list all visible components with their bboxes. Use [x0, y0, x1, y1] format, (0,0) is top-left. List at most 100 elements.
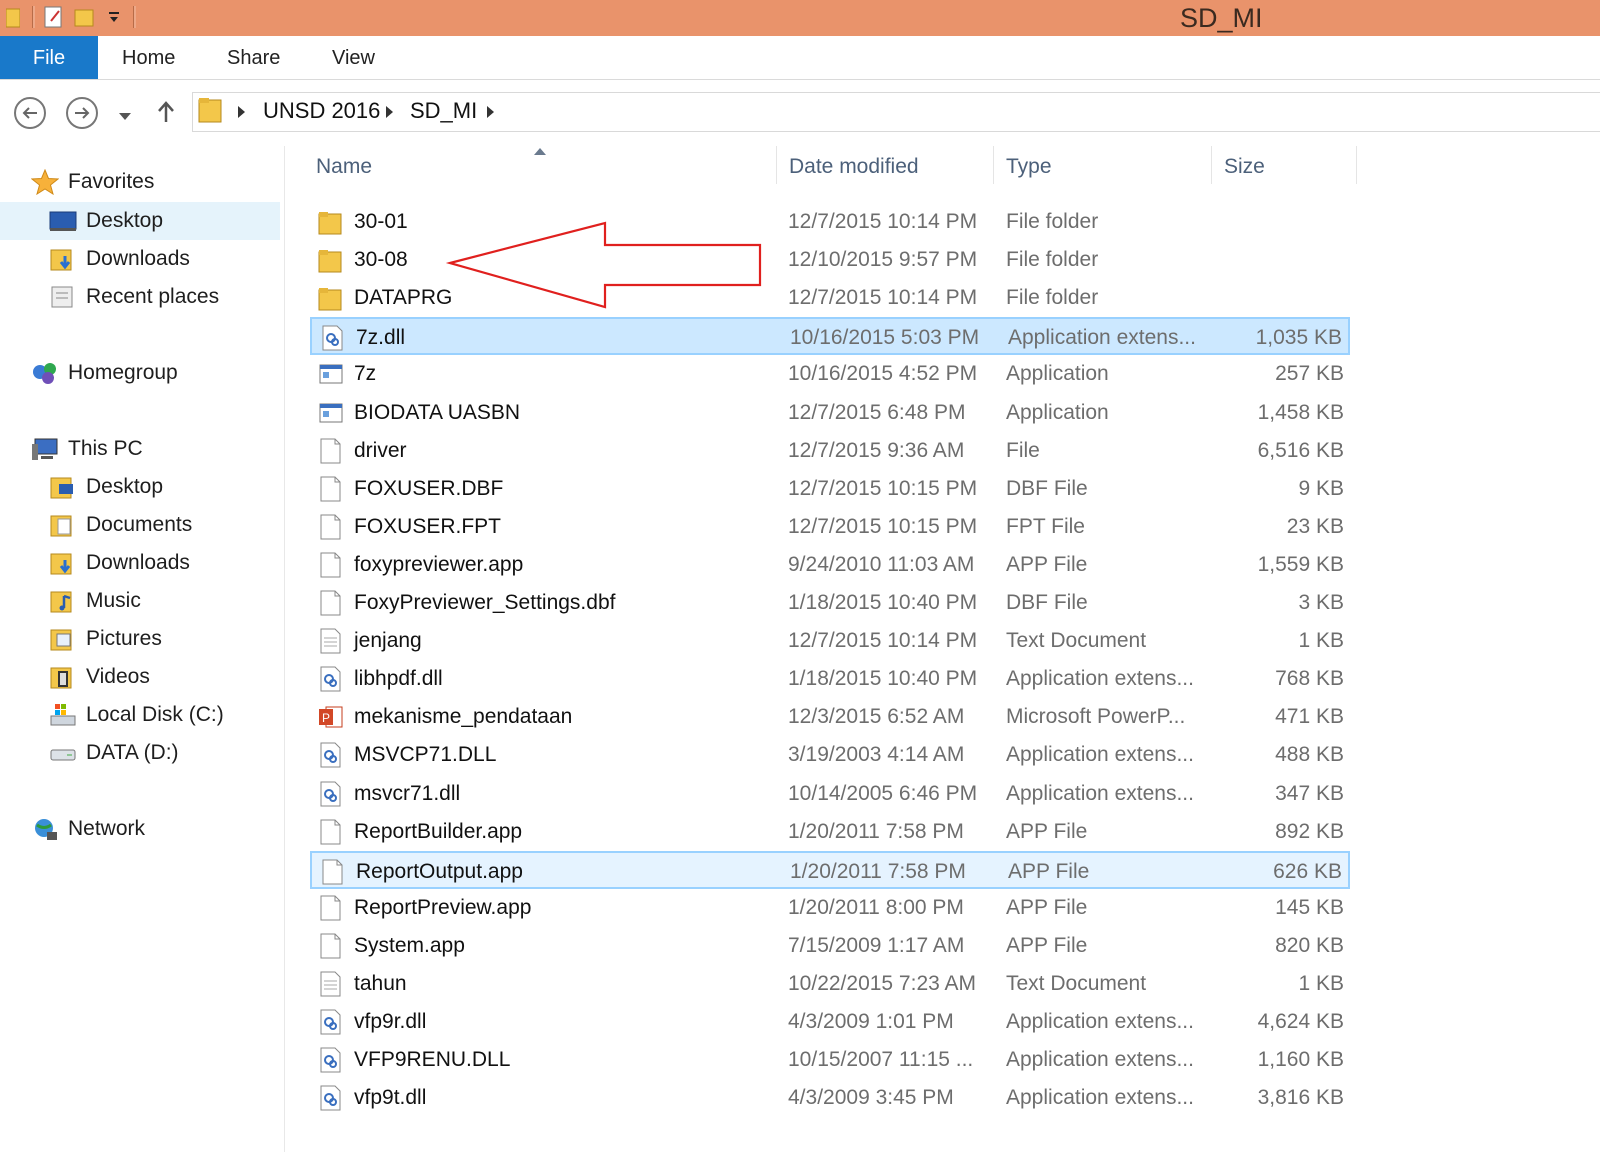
file-row[interactable]: ReportPreview.app 1/20/2011 8:00 PM APP Fi… [310, 889, 1350, 927]
nav-this-pc[interactable]: This PC [30, 431, 143, 467]
up-arrow-icon [158, 101, 174, 122]
file-row[interactable]: tahun 10/22/2015 7:23 AM Text Document 1 KB [310, 965, 1350, 1003]
file-name: driver [354, 438, 407, 462]
file-row[interactable]: libhpdf.dll 1/18/2015 10:40 PM Application… [310, 660, 1350, 698]
videos-folder-icon [48, 664, 78, 690]
tab-view[interactable]: View [332, 36, 375, 79]
dll-icon [318, 1084, 344, 1112]
recent-locations-button[interactable] [118, 108, 132, 126]
file-row[interactable]: vfp9t.dll 4/3/2009 3:45 PM Application ext… [310, 1079, 1350, 1117]
file-type: Application [1006, 400, 1109, 424]
address-bar[interactable] [192, 92, 1600, 132]
file-row[interactable]: msvcr71.dll 10/14/2005 6:46 PM Application… [310, 775, 1350, 813]
annotation-arrow-icon [445, 221, 762, 309]
breadcrumb-separator-icon[interactable] [386, 106, 393, 118]
file-type: Application extens... [1006, 1010, 1194, 1034]
dll-icon [320, 324, 346, 352]
file-date-modified: 4/3/2009 3:45 PM [788, 1086, 954, 1110]
file-row[interactable]: 7z 10/16/2015 4:52 PM Application 257 KB [310, 355, 1350, 393]
column-header-size[interactable]: Size [1224, 155, 1265, 179]
back-button[interactable] [14, 97, 46, 129]
nav-homegroup[interactable]: Homegroup [30, 355, 178, 391]
powerpoint-icon: P [318, 703, 344, 731]
file-type: Microsoft PowerP... [1006, 705, 1186, 729]
nav-favorites[interactable]: Favorites [30, 164, 154, 200]
file-row[interactable]: ReportBuilder.app 1/20/2011 7:58 PM APP Fi… [310, 813, 1350, 851]
file-type: APP File [1006, 819, 1088, 843]
breadcrumb-separator-icon[interactable] [487, 106, 494, 118]
desktop-icon [48, 208, 78, 234]
file-row[interactable]: ReportOutput.app 1/20/2011 7:58 PM APP Fil… [310, 850, 1350, 889]
breadcrumb-sd-mi[interactable]: SD_MI [410, 98, 477, 124]
tab-home[interactable]: Home [122, 36, 175, 79]
nav-thispc-pictures[interactable]: Pictures [48, 621, 162, 657]
nav-network[interactable]: Network [30, 811, 145, 847]
ribbon-tabs: File Home Share View [0, 36, 1600, 80]
file-row[interactable]: Pmekanisme_pendataan 12/3/2015 6:52 AM Mic… [310, 698, 1350, 736]
pictures-folder-icon [48, 626, 78, 652]
text-file-icon [318, 627, 344, 655]
nav-thispc-data-d[interactable]: DATA (D:) [48, 735, 179, 771]
tab-file[interactable]: File [0, 36, 98, 79]
column-header-type[interactable]: Type [1006, 155, 1052, 179]
file-row[interactable]: BIODATA UASBN 12/7/2015 6:48 PM Applicatio… [310, 394, 1350, 432]
file-date-modified: 1/18/2015 10:40 PM [788, 667, 978, 691]
file-name: 30-08 [354, 248, 408, 272]
file-row[interactable]: MSVCP71.DLL 3/19/2003 4:14 AM Application … [310, 736, 1350, 774]
file-row[interactable]: FOXUSER.FPT 12/7/2015 10:15 PM FPT File 23 … [310, 508, 1350, 546]
file-size: 145 KB [1275, 895, 1344, 919]
nav-thispc-downloads[interactable]: Downloads [48, 545, 190, 581]
file-row[interactable]: FOXUSER.DBF 12/7/2015 10:15 PM DBF File 9 K… [310, 470, 1350, 508]
folder-icon[interactable] [2, 5, 24, 29]
file-name: System.app [354, 933, 465, 957]
file-row[interactable]: driver 12/7/2015 9:36 AM File 6,516 KB [310, 432, 1350, 470]
file-row[interactable]: 7z.dll 10/16/2015 5:03 PM Application exte… [310, 317, 1350, 356]
file-size: 471 KB [1275, 705, 1344, 729]
file-date-modified: 12/7/2015 9:36 AM [788, 438, 965, 462]
file-type: File [1006, 438, 1040, 462]
up-button[interactable] [156, 100, 176, 129]
nav-thispc-desktop[interactable]: Desktop [48, 469, 163, 505]
nav-thispc-music[interactable]: Music [48, 583, 141, 619]
file-row[interactable]: jenjang 12/7/2015 10:14 PM Text Document 1 … [310, 622, 1350, 660]
nav-favorites-downloads[interactable]: Downloads [48, 241, 190, 277]
file-name: FoxyPreviewer_Settings.dbf [354, 591, 616, 614]
quick-access-toolbar [0, 0, 136, 34]
breadcrumb-separator-icon[interactable] [238, 106, 245, 118]
properties-icon[interactable] [43, 5, 65, 29]
folder-icon [318, 208, 344, 236]
file-icon [318, 932, 344, 960]
file-type: APP File [1006, 895, 1088, 919]
app-icon [318, 360, 344, 388]
nav-favorites-recent-places[interactable]: Recent places [48, 279, 219, 315]
customize-dropdown-icon[interactable] [103, 5, 125, 29]
nav-thispc-local-disk-c[interactable]: Local Disk (C:) [48, 697, 224, 733]
file-row[interactable]: System.app 7/15/2009 1:17 AM APP File 820 K… [310, 927, 1350, 965]
file-name: ReportOutput.app [356, 859, 523, 883]
nav-thispc-videos[interactable]: Videos [48, 659, 150, 695]
nav-thispc-documents[interactable]: Documents [48, 507, 192, 543]
dll-icon [318, 780, 344, 808]
tab-share[interactable]: Share [227, 36, 280, 79]
file-date-modified: 12/7/2015 10:15 PM [788, 514, 978, 538]
column-header-date-modified[interactable]: Date modified [789, 155, 919, 179]
file-size: 1,559 KB [1257, 552, 1344, 576]
column-header-name[interactable]: Name [316, 155, 372, 179]
file-size: 1 KB [1298, 972, 1344, 995]
file-type: Application extens... [1006, 743, 1194, 767]
file-row[interactable]: VFP9RENU.DLL 10/15/2007 11:15 ... Applicat… [310, 1041, 1350, 1079]
file-row[interactable]: foxypreviewer.app 9/24/2010 11:03 AM APP F… [310, 546, 1350, 584]
file-name: 30-01 [354, 210, 408, 233]
file-row[interactable]: vfp9r.dll 4/3/2009 1:01 PM Application ext… [310, 1003, 1350, 1041]
breadcrumb-unsd-2016[interactable]: UNSD 2016 [263, 98, 380, 124]
file-row[interactable]: FoxyPreviewer_Settings.dbf 1/18/2015 10:4… [310, 584, 1350, 622]
forward-button[interactable] [66, 97, 98, 129]
file-name: vfp9r.dll [354, 1010, 427, 1034]
file-type: APP File [1006, 552, 1088, 576]
file-date-modified: 1/18/2015 10:40 PM [788, 591, 978, 614]
nav-favorites-desktop[interactable]: Desktop [48, 203, 163, 239]
file-name: 7z [354, 362, 377, 386]
file-size: 1,035 KB [1255, 326, 1342, 350]
new-folder-icon[interactable] [73, 5, 95, 29]
file-type: Application extens... [1006, 781, 1194, 805]
